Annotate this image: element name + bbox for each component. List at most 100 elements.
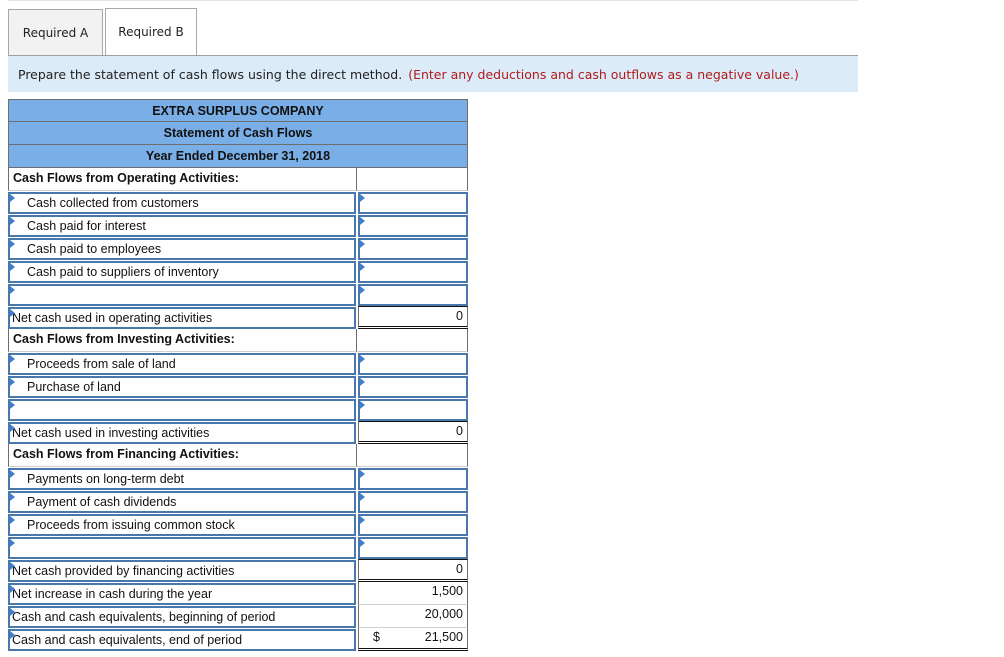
total-amount: 0 xyxy=(358,306,468,329)
dropdown-marker-icon xyxy=(360,539,365,547)
tab-required-b[interactable]: Required B xyxy=(105,8,197,55)
section-amount xyxy=(356,168,468,191)
dropdown-marker-icon xyxy=(10,539,15,547)
total-label-select[interactable]: Cash and cash equivalents, end of period xyxy=(8,629,356,651)
table-row xyxy=(8,536,468,559)
line-item-select[interactable]: Cash paid for interest xyxy=(8,215,356,237)
line-item-select[interactable]: Purchase of land xyxy=(8,376,356,398)
amount-input[interactable] xyxy=(358,192,468,214)
table-row: Payment of cash dividends xyxy=(8,490,468,513)
amount-input[interactable] xyxy=(358,491,468,513)
dropdown-marker-icon xyxy=(10,309,15,317)
table-row: Payments on long-term debt xyxy=(8,467,468,490)
amount-input[interactable] xyxy=(358,353,468,375)
table-row: Proceeds from issuing common stock xyxy=(8,513,468,536)
line-item-label: Cash collected from customers xyxy=(27,196,199,210)
section-label: Cash Flows from Operating Activities: xyxy=(8,168,356,191)
company-name: EXTRA SURPLUS COMPANY xyxy=(8,99,468,122)
table-row xyxy=(8,398,468,421)
dropdown-marker-icon xyxy=(360,217,365,225)
dropdown-marker-icon xyxy=(360,286,365,294)
dropdown-marker-icon xyxy=(10,585,15,593)
line-item-select[interactable]: Payments on long-term debt xyxy=(8,468,356,490)
table-row: Cash paid to suppliers of inventory xyxy=(8,260,468,283)
line-item-select[interactable]: Proceeds from sale of land xyxy=(8,353,356,375)
line-item-select[interactable]: Cash collected from customers xyxy=(8,192,356,214)
line-item-select[interactable] xyxy=(8,284,356,306)
line-item-select[interactable]: Cash paid to employees xyxy=(8,238,356,260)
total-label-select[interactable]: Net cash provided by financing activitie… xyxy=(8,560,356,582)
tab-bar: Required A Required B xyxy=(8,8,197,55)
amount-input[interactable] xyxy=(358,537,468,559)
amount-input[interactable] xyxy=(358,399,468,421)
instruction-bar: Prepare the statement of cash flows usin… xyxy=(8,56,858,92)
line-item-select[interactable]: Payment of cash dividends xyxy=(8,491,356,513)
dropdown-marker-icon xyxy=(10,562,15,570)
total-row-financing: Net cash provided by financing activitie… xyxy=(8,559,468,582)
dropdown-marker-icon xyxy=(10,493,15,501)
amount-input[interactable] xyxy=(358,238,468,260)
amount-input[interactable] xyxy=(358,468,468,490)
total-label: Net cash provided by financing activitie… xyxy=(12,564,235,578)
line-item-select[interactable] xyxy=(8,537,356,559)
dropdown-marker-icon xyxy=(10,240,15,248)
dropdown-marker-icon xyxy=(360,516,365,524)
total-label-select[interactable]: Net increase in cash during the year xyxy=(8,583,356,605)
dropdown-marker-icon xyxy=(10,631,15,639)
summary-row-ending-cash: Cash and cash equivalents, end of period… xyxy=(8,628,468,651)
line-item-select[interactable]: Proceeds from issuing common stock xyxy=(8,514,356,536)
line-item-select[interactable] xyxy=(8,399,356,421)
total-amount: 21,500 xyxy=(424,630,463,644)
total-label-select[interactable]: Net cash used in investing activities xyxy=(8,422,356,444)
total-amount: 0 xyxy=(358,421,468,444)
dropdown-marker-icon xyxy=(10,263,15,271)
currency-symbol: $ xyxy=(373,630,380,644)
section-heading-operating: Cash Flows from Operating Activities: xyxy=(8,168,468,191)
total-label-select[interactable]: Net cash used in operating activities xyxy=(8,307,356,329)
amount-input[interactable] xyxy=(358,514,468,536)
amount-input[interactable] xyxy=(358,215,468,237)
line-item-select[interactable]: Cash paid to suppliers of inventory xyxy=(8,261,356,283)
line-item-label: Purchase of land xyxy=(27,380,121,394)
total-row-operating: Net cash used in operating activities 0 xyxy=(8,306,468,329)
amount-input[interactable] xyxy=(358,376,468,398)
dropdown-marker-icon xyxy=(10,217,15,225)
section-amount xyxy=(356,444,468,467)
statement-period: Year Ended December 31, 2018 xyxy=(8,145,468,168)
dropdown-marker-icon xyxy=(10,424,15,432)
table-row: Cash collected from customers xyxy=(8,191,468,214)
cash-flow-statement: EXTRA SURPLUS COMPANY Statement of Cash … xyxy=(8,99,468,651)
total-label-select[interactable]: Cash and cash equivalents, beginning of … xyxy=(8,606,356,628)
amount-input[interactable] xyxy=(358,284,468,306)
line-item-label: Proceeds from sale of land xyxy=(27,357,176,371)
summary-row-beginning-cash: Cash and cash equivalents, beginning of … xyxy=(8,605,468,628)
dropdown-marker-icon xyxy=(360,355,365,363)
total-amount-cell: $21,500 xyxy=(358,628,468,651)
dropdown-marker-icon xyxy=(10,608,15,616)
tab-required-a[interactable]: Required A xyxy=(8,9,103,55)
total-label: Net cash used in investing activities xyxy=(12,426,210,440)
dropdown-marker-icon xyxy=(360,401,365,409)
dropdown-marker-icon xyxy=(10,470,15,478)
instruction-text: Prepare the statement of cash flows usin… xyxy=(18,66,403,82)
line-item-label: Cash paid to suppliers of inventory xyxy=(27,265,219,279)
line-item-label: Payments on long-term debt xyxy=(27,472,185,486)
dropdown-marker-icon xyxy=(10,516,15,524)
dropdown-marker-icon xyxy=(360,194,365,202)
section-label: Cash Flows from Financing Activities: xyxy=(8,444,356,467)
line-item-label: Cash paid to employees xyxy=(27,242,162,256)
total-label: Net increase in cash during the year xyxy=(12,587,213,601)
dropdown-marker-icon xyxy=(10,194,15,202)
table-row: Cash paid to employees xyxy=(8,237,468,260)
line-item-label: Payment of cash dividends xyxy=(27,495,177,509)
dropdown-marker-icon xyxy=(10,401,15,409)
section-label: Cash Flows from Investing Activities: xyxy=(8,329,356,352)
line-item-label: Proceeds from issuing common stock xyxy=(27,518,235,532)
total-amount: 0 xyxy=(358,559,468,582)
amount-input[interactable] xyxy=(358,261,468,283)
dropdown-marker-icon xyxy=(360,240,365,248)
dropdown-marker-icon xyxy=(10,286,15,294)
table-row: Purchase of land xyxy=(8,375,468,398)
dropdown-marker-icon xyxy=(10,355,15,363)
table-row: Proceeds from sale of land xyxy=(8,352,468,375)
